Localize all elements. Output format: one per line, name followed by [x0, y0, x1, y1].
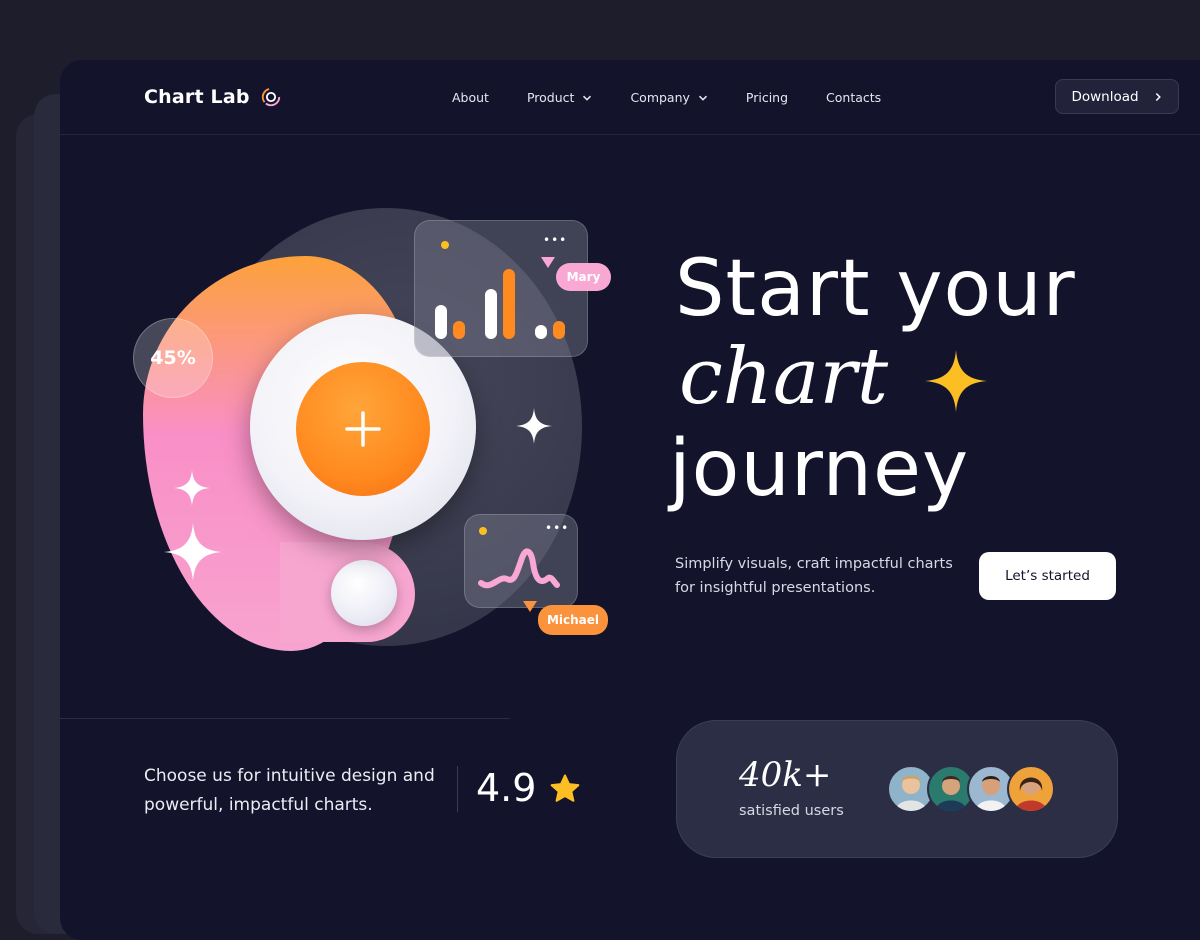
chevron-right-icon	[1155, 92, 1161, 101]
sparkle-icon	[516, 408, 552, 444]
chevron-down-icon	[698, 95, 707, 101]
nav-item-label: Pricing	[745, 90, 789, 105]
section-divider	[60, 718, 510, 719]
nav-item-label: Contacts	[826, 90, 882, 105]
more-icon[interactable]: •••	[543, 233, 567, 247]
nav-item-label: Product	[526, 90, 575, 105]
rating-value: 4.9	[476, 766, 537, 810]
user-tag-michael: Michael	[538, 605, 608, 635]
mini-bar-chart	[435, 269, 565, 339]
headline-line-1: Start your	[675, 244, 1076, 334]
main-nav: About Product Company Pricing Contacts	[452, 90, 919, 105]
star-icon	[550, 774, 580, 802]
users-label: satisfied users	[739, 803, 844, 819]
nav-item-contacts[interactable]: Contacts	[826, 90, 881, 105]
small-knob	[331, 560, 397, 626]
nav-item-product[interactable]: Product	[527, 90, 592, 105]
headline-line-3: journey	[669, 424, 970, 514]
tag-label: Mary	[566, 270, 601, 284]
status-dot	[479, 527, 487, 535]
cta-label: Let’s started	[1005, 568, 1090, 584]
user-tag-mary: Mary	[556, 263, 611, 291]
hero-subtitle: Simplify visuals, craft impactful charts…	[675, 556, 953, 596]
logo-ring-icon	[261, 87, 280, 107]
sparkle-icon	[174, 470, 210, 506]
header-divider	[60, 134, 1200, 135]
download-label: Download	[1071, 88, 1139, 105]
download-button[interactable]: Download	[1055, 79, 1179, 114]
more-icon[interactable]: •••	[545, 521, 569, 535]
users-card: 40k+ satisfied users	[676, 720, 1118, 858]
sparkle-icon	[164, 523, 222, 581]
plus-icon	[345, 411, 381, 447]
vertical-divider	[457, 766, 458, 812]
nav-item-pricing[interactable]: Pricing	[746, 90, 788, 105]
nav-item-company[interactable]: Company	[630, 90, 707, 105]
logo-text: Chart Lab	[144, 86, 250, 108]
percent-value: 45%	[150, 347, 196, 369]
landing-page: Chart Lab About Product Company Pricing …	[60, 60, 1200, 940]
pointer-michael	[523, 601, 537, 612]
status-dot	[441, 241, 449, 249]
line-chart-card: •••	[464, 514, 578, 608]
pitch-text: Choose us for intuitive design and power…	[144, 766, 435, 815]
avatar	[1007, 765, 1055, 813]
nav-item-label: Company	[630, 90, 690, 105]
users-count: 40k+	[739, 755, 832, 795]
add-chart-button[interactable]	[296, 362, 430, 496]
percent-badge: 45%	[133, 318, 213, 398]
tag-label: Michael	[546, 613, 600, 627]
headline-line-2: chart	[679, 332, 889, 422]
get-started-button[interactable]: Let’s started	[979, 552, 1116, 600]
pointer-mary	[541, 257, 555, 268]
mini-wave-chart	[478, 548, 560, 589]
sparkle-icon	[925, 350, 987, 412]
chevron-down-icon	[583, 95, 592, 101]
logo[interactable]: Chart Lab	[144, 86, 282, 108]
nav-item-label: About	[452, 90, 489, 105]
nav-item-about[interactable]: About	[452, 90, 489, 105]
